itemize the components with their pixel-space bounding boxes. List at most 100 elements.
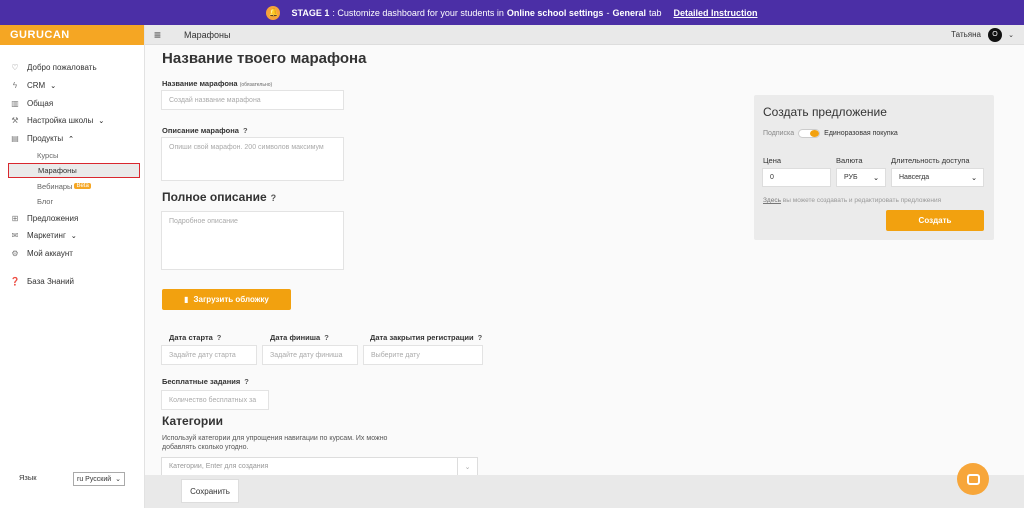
sidebar-subitem-label: Вебинары — [37, 181, 73, 191]
sidebar-subitem-blog[interactable]: Блог — [0, 194, 144, 210]
upload-cover-label: Загрузить обложку — [193, 295, 269, 304]
save-button[interactable]: Сохранить — [181, 479, 239, 503]
sidebar-subitem-label: Марафоны — [38, 166, 77, 176]
chat-button[interactable] — [957, 463, 989, 495]
sidebar-item-general[interactable]: ▥ Общая — [0, 94, 144, 112]
bell-icon: 🔔 — [266, 5, 281, 20]
sidebar-item-label: Маркетинг — [27, 231, 66, 241]
chevron-down-icon: ⌄ — [971, 174, 977, 182]
sidebar-subitem-courses[interactable]: Курсы — [0, 147, 144, 163]
document-icon: ▤ — [11, 134, 19, 144]
heart-icon: ♡ — [11, 63, 19, 73]
help-icon[interactable]: ? — [244, 377, 249, 386]
offer-type-switch[interactable] — [798, 129, 821, 138]
description-label: Описание марафона? — [162, 126, 248, 135]
chevron-down-icon: ⌄ — [873, 174, 879, 182]
full-description-input[interactable]: Подробное описание — [161, 211, 344, 270]
menu-icon[interactable]: ≡ — [154, 28, 168, 42]
marathon-name-input[interactable]: Создай название марафона — [161, 90, 344, 110]
create-offer-panel: Создать предложение Подписка Единоразова… — [754, 95, 994, 240]
marathon-description-input[interactable]: Опиши свой марафон. 200 символов максиму… — [161, 137, 344, 181]
categories-input[interactable]: Категории, Enter для создания ⌄ — [161, 457, 478, 476]
banner-sep: - — [606, 7, 610, 18]
help-icon[interactable]: ? — [324, 333, 329, 342]
finish-date-label: Дата финиша? — [270, 333, 329, 342]
one-time-option[interactable]: Единоразовая покупка — [824, 130, 898, 137]
page-title: Название твоего марафона — [162, 50, 367, 67]
grid-icon: ⊞ — [11, 213, 19, 223]
offer-title: Создать предложение — [763, 105, 887, 119]
sidebar-item-offers[interactable]: ⊞ Предложения — [0, 209, 144, 227]
start-date-label: Дата старта? — [169, 333, 221, 342]
help-icon[interactable]: ? — [217, 333, 222, 342]
currency-select[interactable]: РУБ ⌄ — [836, 168, 886, 187]
free-tasks-label-text: Бесплатные задания — [162, 377, 241, 386]
sidebar-item-welcome[interactable]: ♡ Добро пожаловать — [0, 59, 144, 77]
chevron-down-icon: ⌄ — [98, 117, 105, 125]
bolt-icon: ϟ — [12, 81, 18, 91]
bottom-bar: Сохранить — [145, 475, 1024, 508]
sidebar: GURUCAN ♡ Добро пожаловать ϟ CRM ⌄ ▥ Общ… — [0, 25, 145, 508]
language-value: ru Русский — [77, 475, 112, 483]
file-icon: ▮ — [184, 295, 189, 304]
start-date-input[interactable]: Задайте дату старта — [161, 345, 257, 365]
language-label: Язык — [19, 473, 37, 482]
sidebar-subitem-webinars[interactable]: Вебинары Beta — [0, 178, 144, 194]
sidebar-nav: ♡ Добро пожаловать ϟ CRM ⌄ ▥ Общая ⚒ Нас… — [0, 59, 144, 290]
close-date-input[interactable]: Выберите дату — [363, 345, 483, 365]
upload-cover-button[interactable]: ▮ Загрузить обложку — [162, 289, 291, 310]
chevron-up-icon: ⌃ — [68, 135, 75, 143]
price-input[interactable]: 0 — [762, 168, 831, 187]
language-select[interactable]: ru Русский ⌄ — [73, 472, 125, 486]
subscription-option[interactable]: Подписка — [763, 130, 794, 137]
access-duration-label: Длительность доступа — [891, 156, 970, 165]
price-value: 0 — [770, 174, 774, 181]
name-label: Название марафона (обязательно) — [162, 79, 272, 88]
price-label: Цена — [763, 156, 782, 165]
sidebar-item-knowledge-base[interactable]: ❓ База Знаний — [0, 273, 144, 291]
chevron-down-icon: ⌄ — [115, 476, 121, 483]
wrench-icon: ⚒ — [11, 116, 19, 126]
free-tasks-input[interactable]: Количество бесплатных за — [161, 390, 269, 410]
create-offer-button[interactable]: Создать — [886, 210, 984, 231]
sidebar-subitem-label: Курсы — [37, 150, 59, 160]
sidebar-item-school-settings[interactable]: ⚒ Настройка школы ⌄ — [0, 112, 144, 130]
finish-date-label-text: Дата финиша — [270, 333, 321, 342]
sidebar-subitem-marathons[interactable]: Марафоны — [8, 162, 140, 179]
categories-heading: Категории — [162, 414, 223, 428]
start-date-label-text: Дата старта — [169, 333, 213, 342]
chevron-down-icon[interactable]: ⌄ — [457, 458, 477, 475]
section-title: Марафоны — [184, 29, 231, 40]
help-icon: ❓ — [10, 276, 20, 286]
user-name[interactable]: Татьяна — [951, 30, 981, 39]
offer-note-text: вы можете создавать и редактировать пред… — [780, 197, 942, 204]
offer-note: Здесь вы можете создавать и редактироват… — [763, 197, 941, 204]
beta-badge: Beta — [74, 183, 91, 190]
free-tasks-label: Бесплатные задания? — [162, 377, 249, 386]
banner-stage: STAGE 1 — [291, 7, 330, 18]
help-icon[interactable]: ? — [478, 333, 483, 342]
sidebar-item-marketing[interactable]: ✉ Маркетинг ⌄ — [0, 227, 144, 245]
offers-here-link[interactable]: Здесь — [763, 197, 781, 204]
access-duration-select[interactable]: Навсегда ⌄ — [891, 168, 984, 187]
onboarding-banner: 🔔 STAGE 1 : Customize dashboard for your… — [0, 0, 1024, 25]
finish-date-input[interactable]: Задайте дату финиша — [262, 345, 358, 365]
currency-value: РУБ — [844, 174, 858, 181]
sidebar-item-label: Общая — [27, 98, 54, 108]
sidebar-item-account[interactable]: ⚙ Мой аккаунт — [0, 245, 144, 263]
sidebar-item-label: CRM — [27, 81, 46, 91]
chevron-down-icon[interactable]: ⌄ — [1008, 31, 1014, 39]
chevron-down-icon: ⌄ — [70, 232, 77, 240]
banner-tab: tab — [648, 7, 662, 18]
help-icon[interactable]: ? — [243, 126, 248, 135]
chat-icon — [966, 473, 980, 485]
help-icon[interactable]: ? — [271, 193, 277, 203]
description-label-text: Описание марафона — [162, 126, 239, 135]
sidebar-item-crm[interactable]: ϟ CRM ⌄ — [0, 77, 144, 95]
avatar[interactable]: О — [988, 27, 1002, 42]
detailed-instruction-link[interactable]: Detailed Instruction — [673, 8, 757, 18]
sidebar-item-label: Добро пожаловать — [27, 63, 97, 73]
sidebar-item-products[interactable]: ▤ Продукты ⌃ — [0, 130, 144, 148]
logo[interactable]: GURUCAN — [0, 25, 144, 45]
banner-general: General — [612, 7, 646, 18]
